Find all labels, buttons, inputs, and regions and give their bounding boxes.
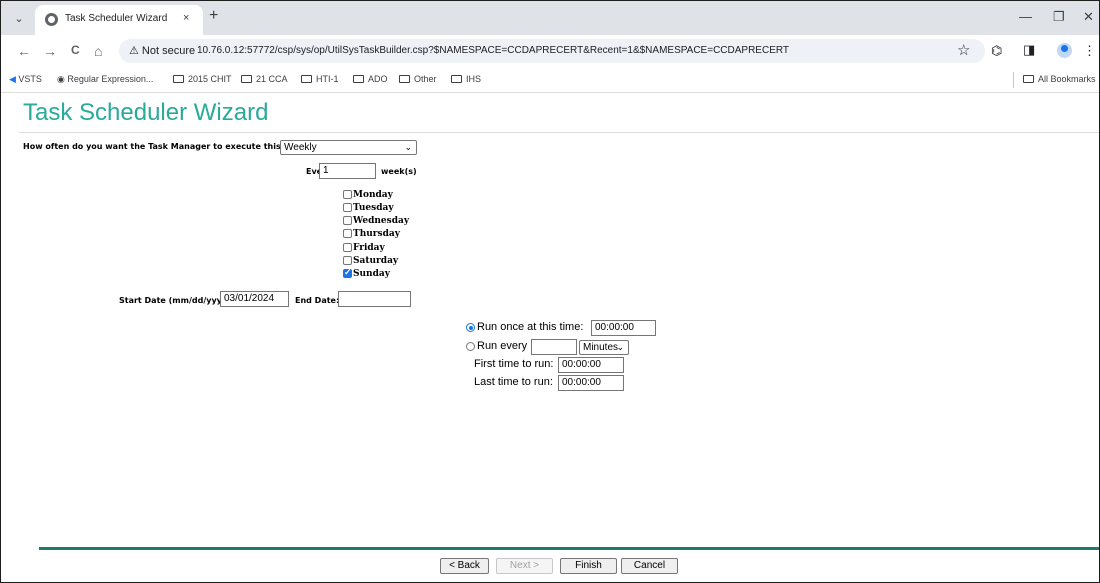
bookmark-ihs[interactable]: IHS [451, 74, 481, 84]
folder-icon [301, 75, 312, 83]
new-tab-icon[interactable]: + [209, 7, 218, 25]
first-time-input[interactable]: 00:00:00 [558, 357, 624, 373]
first-time-label: First time to run: [474, 358, 554, 370]
bookmark-ado[interactable]: ADO [353, 74, 388, 84]
chevron-down-icon: ⌄ [616, 342, 624, 352]
folder-icon [1023, 75, 1034, 83]
monday-label: Monday [353, 190, 393, 200]
folder-icon [173, 75, 184, 83]
thursday-checkbox[interactable] [343, 229, 352, 238]
monday-checkbox[interactable] [343, 190, 352, 199]
close-tab-icon[interactable]: × [183, 12, 189, 24]
end-date-input[interactable] [338, 291, 411, 307]
bookmark-2015-chit[interactable]: 2015 CHIT [173, 74, 232, 84]
minimize-icon[interactable]: — [1019, 9, 1032, 24]
start-date-label: Start Date (mm/dd/yyyy): [119, 296, 234, 305]
bookmark-vsts[interactable]: ◀ VSTS [9, 74, 42, 85]
chevron-down-icon: ⌄ [404, 142, 412, 152]
run-every-label: Run every [477, 340, 528, 352]
saturday-label: Saturday [353, 256, 399, 266]
start-date-input[interactable]: 03/01/2024 [220, 291, 289, 307]
folder-icon [241, 75, 252, 83]
thursday-label: Thursday [353, 229, 400, 239]
globe-icon [45, 13, 58, 26]
reload-icon[interactable]: C [71, 43, 80, 57]
folder-icon [353, 75, 364, 83]
run-once-label: Run once at this time: [477, 321, 584, 333]
frequency-selected-value: Weekly [284, 142, 317, 153]
folder-icon [399, 75, 410, 83]
browser-toolbar: ← → C ⌂ ⚠ Not secure 10.76.0.12:57772/cs… [1, 35, 1099, 67]
footer-divider [39, 547, 1099, 550]
last-time-input[interactable]: 00:00:00 [558, 375, 624, 391]
page-title: Task Scheduler Wizard [23, 99, 269, 126]
weeks-unit-label: week(s) [381, 167, 417, 176]
folder-icon [451, 75, 462, 83]
finish-button[interactable]: Finish [560, 558, 617, 574]
menu-icon[interactable]: ⋮ [1083, 43, 1096, 59]
next-button[interactable]: Next > [496, 558, 553, 574]
sunday-checkbox[interactable] [343, 267, 352, 278]
run-once-time-input[interactable]: 00:00:00 [591, 320, 656, 336]
side-panel-icon[interactable]: ◨ [1023, 42, 1035, 58]
frequency-select[interactable]: Weekly ⌄ [280, 140, 417, 155]
back-icon[interactable]: ← [17, 43, 31, 59]
bookmark-other[interactable]: Other [399, 74, 437, 84]
bookmark-21-cca[interactable]: 21 CCA [241, 74, 288, 84]
address-bar[interactable]: ⚠ Not secure 10.76.0.12:57772/csp/sys/op… [119, 39, 985, 63]
url-text[interactable]: 10.76.0.12:57772/csp/sys/op/UtilSysTaskB… [197, 45, 789, 56]
wednesday-label: Wednesday [353, 216, 410, 226]
last-time-label: Last time to run: [474, 376, 553, 388]
saturday-checkbox[interactable] [343, 256, 352, 265]
run-every-interval-input[interactable] [531, 339, 577, 355]
bookmarks-separator [1013, 72, 1014, 88]
friday-checkbox[interactable] [343, 243, 352, 252]
tab-search-chevron-icon[interactable]: ⌄ [9, 10, 29, 28]
forward-icon[interactable]: → [43, 43, 57, 59]
home-icon[interactable]: ⌂ [94, 43, 102, 59]
friday-label: Friday [353, 243, 385, 253]
profile-avatar[interactable] [1057, 43, 1072, 58]
sunday-label: Sunday [353, 269, 390, 279]
wednesday-checkbox[interactable] [343, 216, 352, 225]
vsts-icon: ◀ [9, 74, 19, 84]
tab-task-scheduler[interactable]: Task Scheduler Wizard × [35, 5, 203, 35]
not-secure-badge[interactable]: ⚠ Not secure [129, 44, 195, 57]
globe-icon: ◉ [57, 74, 68, 84]
back-button[interactable]: < Back [440, 558, 489, 574]
all-bookmarks[interactable]: All Bookmarks [1023, 74, 1096, 84]
every-weeks-input[interactable]: 1 [319, 163, 376, 179]
unit-selected-value: Minutes [583, 342, 619, 353]
tuesday-label: Tuesday [353, 203, 394, 213]
end-date-label: End Date: [295, 296, 340, 305]
bookmark-regex[interactable]: ◉ Regular Expression... [57, 74, 153, 85]
run-once-radio[interactable] [466, 323, 475, 332]
title-divider [19, 132, 1099, 133]
tab-strip: ⌄ Task Scheduler Wizard × + — ❐ ✕ [1, 1, 1099, 35]
run-every-radio[interactable] [466, 342, 475, 351]
extensions-icon[interactable]: ⌬ [991, 43, 1002, 59]
bookmark-hti-1[interactable]: HTI-1 [301, 74, 339, 84]
run-every-unit-select[interactable]: Minutes ⌄ [579, 340, 629, 355]
bookmarks-bar: ◀ VSTS ◉ Regular Expression... 2015 CHIT… [1, 67, 1099, 93]
browser-window: ⌄ Task Scheduler Wizard × + — ❐ ✕ ← → C … [0, 0, 1100, 583]
cancel-button[interactable]: Cancel [621, 558, 678, 574]
bookmark-star-icon[interactable]: ☆ [957, 41, 970, 59]
restore-icon[interactable]: ❐ [1053, 9, 1065, 25]
tuesday-checkbox[interactable] [343, 203, 352, 212]
close-window-icon[interactable]: ✕ [1083, 9, 1094, 25]
tab-title: Task Scheduler Wizard [65, 13, 168, 24]
frequency-label: How often do you want the Task Manager t… [23, 142, 308, 151]
